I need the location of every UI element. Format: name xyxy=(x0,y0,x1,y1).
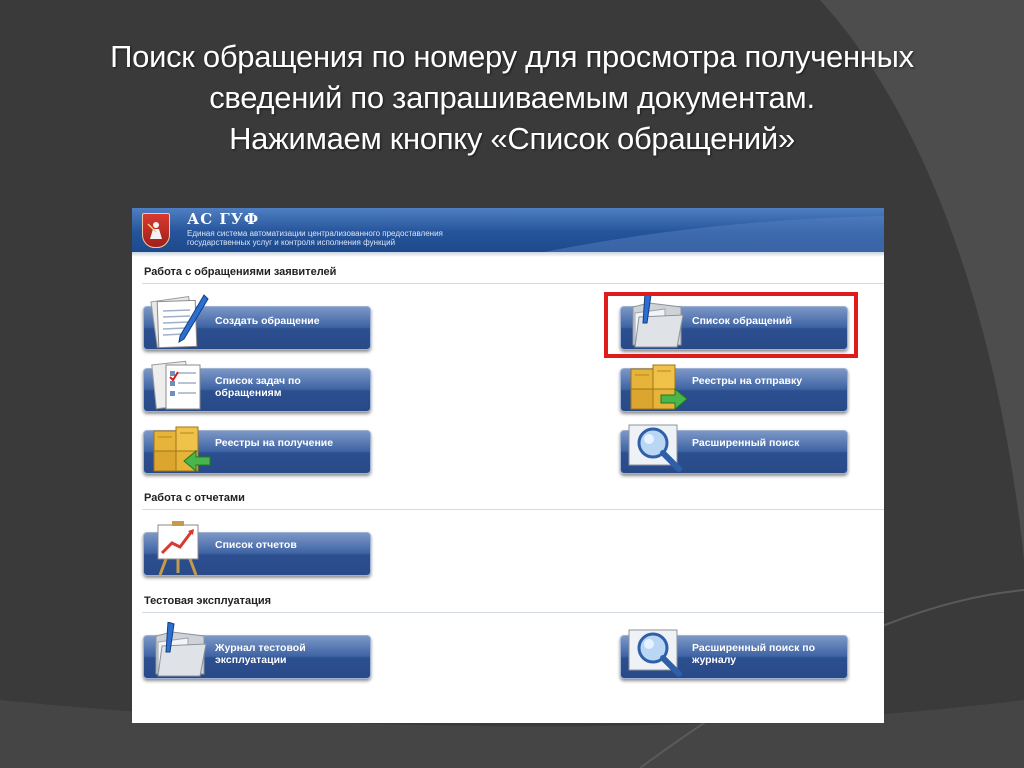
app-header: АС ГУФ Единая система автоматизации цент… xyxy=(132,208,884,252)
task-list-label: Список задач по обращениям xyxy=(215,375,301,399)
magnifier-icon xyxy=(628,629,682,677)
boxes-arrow-in-icon xyxy=(153,426,211,473)
app-subtitle-line-1: Единая система автоматизации централизов… xyxy=(187,229,443,238)
app-window: АС ГУФ Единая система автоматизации цент… xyxy=(132,208,884,723)
app-subtitle: Единая система автоматизации централизов… xyxy=(187,229,607,247)
boxes-arrow-out-icon xyxy=(630,364,688,411)
slide-title-line-2: сведений по запрашиваемым документам. xyxy=(209,80,815,115)
test-journal-label: Журнал тестовой эксплуатации xyxy=(215,642,306,666)
create-application-label: Создать обращение xyxy=(215,315,320,327)
report-list-button[interactable]: Список отчетов xyxy=(143,521,371,576)
app-subtitle-line-2: государственных услуг и контроля исполне… xyxy=(187,238,396,247)
document-pen-icon xyxy=(150,294,209,349)
incoming-registries-button[interactable]: Реестры на получение xyxy=(143,426,371,474)
task-list-button[interactable]: Список задач по обращениям xyxy=(143,360,371,412)
slide-title: Поиск обращения по номеру для просмотра … xyxy=(30,36,994,159)
folder-icon xyxy=(155,622,207,677)
section-divider xyxy=(142,509,884,510)
section-divider xyxy=(142,283,884,284)
magnifier-icon xyxy=(628,424,682,472)
section-divider xyxy=(142,612,884,613)
task-documents-icon xyxy=(151,360,201,410)
chart-board-icon xyxy=(157,521,199,576)
journal-search-label: Расширенный поиск по журналу xyxy=(692,642,816,666)
slide-title-line-3: Нажимаем кнопку «Список обращений» xyxy=(229,121,795,156)
moscow-crest-logo xyxy=(142,213,170,248)
create-application-button[interactable]: Создать обращение xyxy=(143,294,371,350)
header-shadow xyxy=(132,252,884,257)
test-journal-button[interactable]: Журнал тестовой эксплуатации xyxy=(143,622,371,679)
incoming-registries-label: Реестры на получение xyxy=(215,437,334,449)
advanced-search-button[interactable]: Расширенный поиск xyxy=(620,424,848,474)
section-title-test: Тестовая эксплуатация xyxy=(144,595,272,607)
section-title-reports: Работа с отчетами xyxy=(144,492,245,504)
report-list-label: Список отчетов xyxy=(215,539,297,551)
slide-title-line-1: Поиск обращения по номеру для просмотра … xyxy=(110,39,914,74)
section-title-applications: Работа с обращениями заявителей xyxy=(144,266,337,278)
outgoing-registries-label: Реестры на отправку xyxy=(692,375,803,387)
highlight-frame xyxy=(604,292,858,358)
app-name: АС ГУФ xyxy=(187,210,260,228)
journal-search-button[interactable]: Расширенный поиск по журналу xyxy=(620,629,848,679)
outgoing-registries-button[interactable]: Реестры на отправку xyxy=(620,364,848,412)
advanced-search-label: Расширенный поиск xyxy=(692,437,800,449)
